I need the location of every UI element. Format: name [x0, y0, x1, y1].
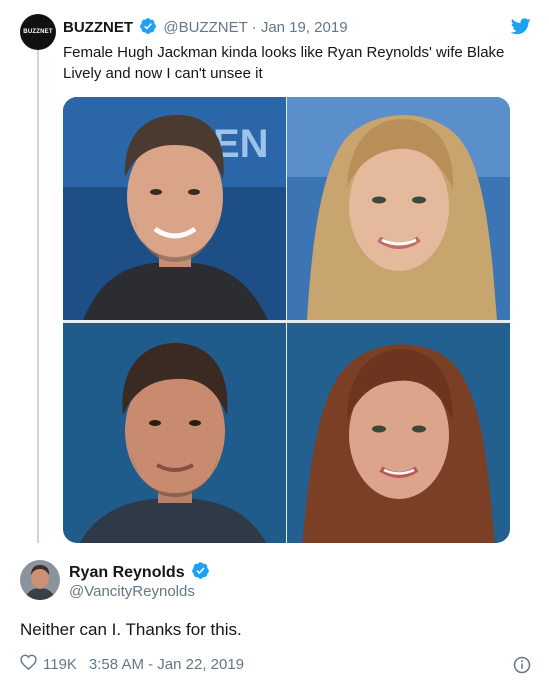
header-separator: · [251, 19, 257, 36]
reply-tweet-text: Neither can I. Thanks for this. [20, 620, 242, 639]
photo-top-right[interactable] [287, 97, 510, 320]
heart-icon[interactable] [20, 654, 37, 676]
verified-badge-icon [139, 17, 157, 41]
ryan-display-name[interactable]: Ryan Reynolds [69, 564, 185, 581]
reply-timestamp[interactable]: 3:58 AM - Jan 22, 2019 [89, 655, 244, 675]
quoted-tweet-text: Female Hugh Jackman kinda looks like Rya… [63, 44, 505, 82]
twitter-bird-icon[interactable] [510, 18, 531, 40]
quoted-tweet-date[interactable]: Jan 19, 2019 [261, 19, 348, 36]
info-icon[interactable] [513, 656, 531, 679]
buzznet-display-name[interactable]: BUZZNET [63, 19, 133, 36]
ryan-reynolds-avatar[interactable] [20, 560, 60, 600]
photo-bottom-left[interactable] [63, 323, 286, 543]
tweet-footer: 119K 3:58 AM - Jan 22, 2019 [20, 654, 244, 676]
quoted-tweet-header: BUZZNET @BUZZNET · Jan 19, 2019 [63, 17, 348, 41]
like-count[interactable]: 119K [43, 655, 77, 675]
photo-top-left[interactable]: EN [63, 97, 286, 320]
buzznet-avatar-text: BUZZNET [23, 29, 53, 35]
media-grid: EN [63, 97, 510, 543]
ryan-handle[interactable]: @VancityReynolds [69, 583, 195, 601]
buzznet-handle[interactable]: @BUZZNET [163, 19, 247, 36]
buzznet-avatar[interactable]: BUZZNET [20, 14, 56, 50]
thread-line [37, 48, 39, 543]
photo-bottom-right[interactable] [287, 323, 510, 543]
